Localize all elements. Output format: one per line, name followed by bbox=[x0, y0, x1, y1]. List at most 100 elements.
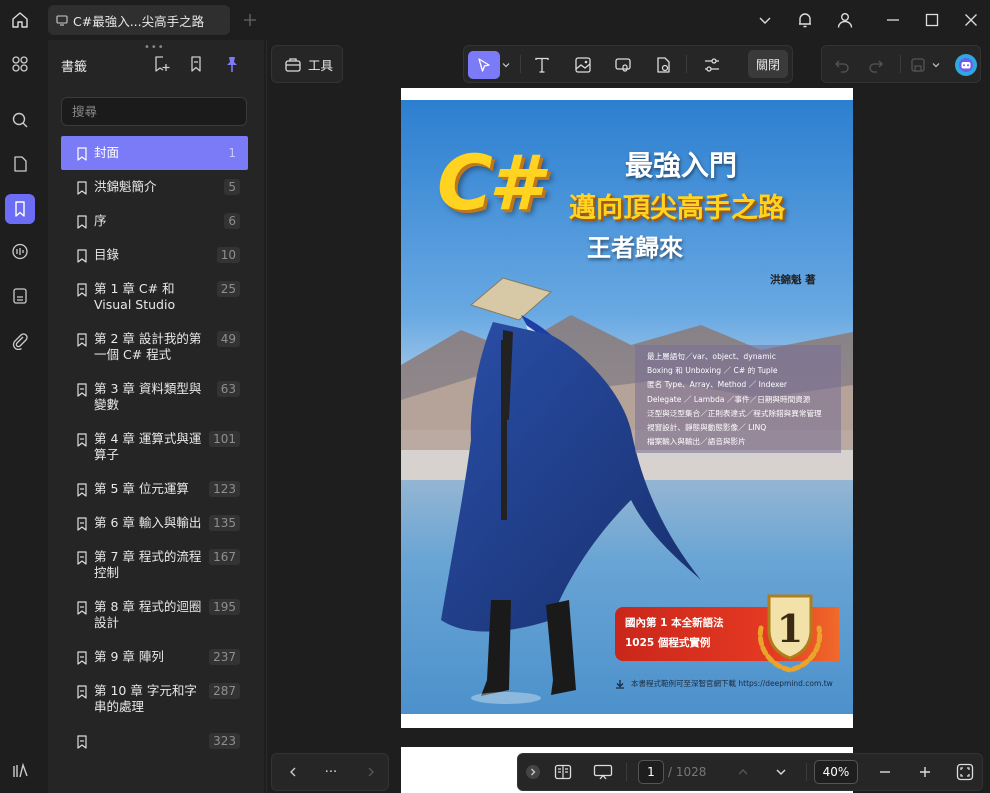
bookmark-item[interactable]: 序 6 bbox=[61, 204, 248, 238]
bookmark-label: 目錄 bbox=[94, 247, 120, 262]
book-cover: C# 最強入門 邁向頂尖高手之路 王者歸來 洪錦魁 著 最上層語句／var、ob… bbox=[401, 100, 853, 714]
bookmark-item[interactable]: 第 8 章 程式的迴圈設計 195 bbox=[61, 590, 248, 640]
bookmark-item[interactable]: 第 7 章 程式的流程控制 167 bbox=[61, 540, 248, 590]
bookmark-item[interactable]: 目錄 10 bbox=[61, 238, 248, 272]
next-page-chevron-down-icon[interactable] bbox=[768, 754, 794, 790]
tools-button[interactable]: 工具 bbox=[271, 45, 343, 83]
more-options-button[interactable]: ··· bbox=[318, 754, 344, 790]
home-icon[interactable] bbox=[6, 6, 34, 34]
bookmark-label: 第 5 章 位元運算 bbox=[94, 481, 189, 496]
bookmark-item[interactable]: 第 1 章 C# 和 Visual Studio 25 bbox=[61, 272, 248, 322]
page-icon[interactable] bbox=[5, 149, 35, 179]
bookmark-search-input[interactable] bbox=[61, 97, 247, 126]
collapse-bar-icon[interactable] bbox=[524, 754, 542, 790]
pin-panel-icon[interactable] bbox=[221, 53, 243, 75]
bookmark-item[interactable]: 第 2 章 設計我的第一個 C# 程式 49 bbox=[61, 322, 248, 372]
left-rail bbox=[0, 40, 40, 793]
watermark-tool-icon[interactable] bbox=[647, 51, 679, 79]
bookmark-page-number: 323 bbox=[209, 733, 240, 749]
bookmark-label: 第 9 章 陣列 bbox=[94, 649, 164, 664]
library-icon[interactable] bbox=[5, 756, 35, 786]
bookmark-icon bbox=[76, 181, 88, 195]
bookmark-page-number: 167 bbox=[209, 549, 240, 565]
bookmark-item-cover[interactable]: 封面 1 bbox=[61, 136, 248, 170]
attachment-paperclip-icon[interactable] bbox=[5, 326, 35, 356]
thumbnails-grid-icon[interactable] bbox=[5, 49, 35, 79]
redo-icon[interactable] bbox=[860, 51, 892, 79]
bookmark-label: 第 3 章 資料類型與變數 bbox=[94, 381, 202, 412]
select-cursor-icon[interactable] bbox=[468, 51, 500, 79]
search-icon[interactable] bbox=[5, 105, 35, 135]
bookmark-with-children-icon bbox=[76, 551, 88, 565]
bookmark-label: 第 6 章 輸入與輸出 bbox=[94, 515, 202, 530]
presentation-icon[interactable] bbox=[590, 754, 616, 790]
bookmark-with-children-icon bbox=[76, 483, 88, 497]
current-page-input[interactable] bbox=[638, 760, 664, 784]
panel-drag-handle[interactable]: ••• bbox=[144, 42, 165, 53]
close-edit-button[interactable]: 關閉 bbox=[748, 50, 788, 78]
bookmark-label: 洪錦魁簡介 bbox=[94, 179, 157, 194]
bookmark-with-children-icon bbox=[76, 601, 88, 615]
bookmark-item[interactable]: 第 6 章 輸入與輸出 135 bbox=[61, 506, 248, 540]
bookmark-item[interactable]: 第 3 章 資料類型與變數 63 bbox=[61, 372, 248, 422]
bookmark-with-children-icon bbox=[76, 433, 88, 447]
zoom-in-icon[interactable] bbox=[912, 754, 938, 790]
bookmark-label: 第 7 章 程式的流程控制 bbox=[94, 549, 202, 580]
cover-title-line1: 最強入門 bbox=[625, 149, 738, 182]
bookmark-page-number: 1 bbox=[228, 146, 236, 160]
chevron-down-icon[interactable] bbox=[750, 6, 780, 34]
close-window-icon[interactable] bbox=[956, 6, 986, 34]
form-fields-icon[interactable] bbox=[5, 281, 35, 311]
bookmark-item[interactable]: 洪錦魁簡介 5 bbox=[61, 170, 248, 204]
ai-assistant-icon[interactable] bbox=[950, 51, 982, 79]
comment-icon[interactable] bbox=[5, 237, 35, 267]
toolbar-divider bbox=[806, 763, 807, 781]
maximize-icon[interactable] bbox=[917, 6, 947, 34]
undo-icon[interactable] bbox=[826, 51, 858, 79]
zoom-level[interactable]: 40% bbox=[814, 760, 858, 784]
new-tab-plus-icon[interactable] bbox=[240, 10, 260, 30]
pdf-page: C# 最強入門 邁向頂尖高手之路 王者歸來 洪錦魁 著 最上層語句／var、ob… bbox=[401, 88, 853, 728]
bookmark-item[interactable]: 第 9 章 陣列 237 bbox=[61, 640, 248, 674]
bookmark-item[interactable]: 第 10 章 字元和字串的處理 287 bbox=[61, 674, 248, 724]
chevron-left-icon[interactable] bbox=[280, 754, 306, 790]
add-bookmark-icon[interactable] bbox=[150, 53, 172, 75]
bookmark-with-children-icon bbox=[76, 383, 88, 397]
bookmark-list: 封面 1 洪錦魁簡介 5 序 6 目錄 10 第 1 章 C# 和 Visual… bbox=[61, 136, 248, 758]
bookmark-settings-icon[interactable] bbox=[185, 53, 207, 75]
bookmark-page-number: 237 bbox=[209, 649, 240, 665]
page-layout-icon[interactable] bbox=[550, 754, 576, 790]
bookmark-page-number: 25 bbox=[216, 281, 240, 297]
bookmark-page-number: 5 bbox=[224, 179, 240, 195]
bookmark-page-number: 287 bbox=[209, 683, 240, 699]
bookmark-item[interactable]: 第 5 章 位元運算 123 bbox=[61, 472, 248, 506]
bookmark-page-number: 195 bbox=[209, 599, 240, 615]
tools-label: 工具 bbox=[308, 57, 334, 73]
user-account-icon[interactable] bbox=[830, 6, 860, 34]
save-dropdown-chevron-icon[interactable] bbox=[928, 51, 944, 79]
topic-line: 檔案輸入與輸出／語音與影片 bbox=[647, 437, 746, 447]
notification-bell-icon[interactable] bbox=[790, 6, 820, 34]
bookmark-item[interactable]: 第 4 章 運算式與運算子 101 bbox=[61, 422, 248, 472]
chevron-right-icon[interactable] bbox=[358, 754, 384, 790]
bookmark-with-children-icon bbox=[76, 651, 88, 665]
cover-author: 洪錦魁 著 bbox=[770, 274, 816, 286]
bookmark-page-number: 101 bbox=[209, 431, 240, 447]
previous-page-chevron-up-icon[interactable] bbox=[730, 754, 756, 790]
select-dropdown-chevron-icon[interactable] bbox=[498, 51, 514, 79]
panel-title: 書籤 bbox=[61, 60, 88, 75]
page-nav-bar: ··· bbox=[271, 753, 389, 791]
adjust-sliders-icon[interactable] bbox=[696, 51, 728, 79]
fit-page-icon[interactable] bbox=[952, 754, 978, 790]
text-tool-icon[interactable] bbox=[526, 51, 558, 79]
zoom-out-icon[interactable] bbox=[872, 754, 898, 790]
document-tab[interactable]: C#最強入...尖高手之路 bbox=[48, 5, 230, 35]
link-tool-icon[interactable] bbox=[607, 51, 639, 79]
total-pages: / 1028 bbox=[668, 765, 707, 779]
minimize-icon[interactable] bbox=[878, 6, 908, 34]
bookmark-panel-icon[interactable] bbox=[5, 194, 35, 224]
bookmark-panel: ••• 書籤 封面 1 洪錦魁簡介 5 序 6 目錄 10 bbox=[48, 40, 264, 793]
bookmark-label: 封面 bbox=[94, 145, 120, 160]
bookmark-item[interactable]: 323 bbox=[61, 724, 248, 758]
image-tool-icon[interactable] bbox=[567, 51, 599, 79]
